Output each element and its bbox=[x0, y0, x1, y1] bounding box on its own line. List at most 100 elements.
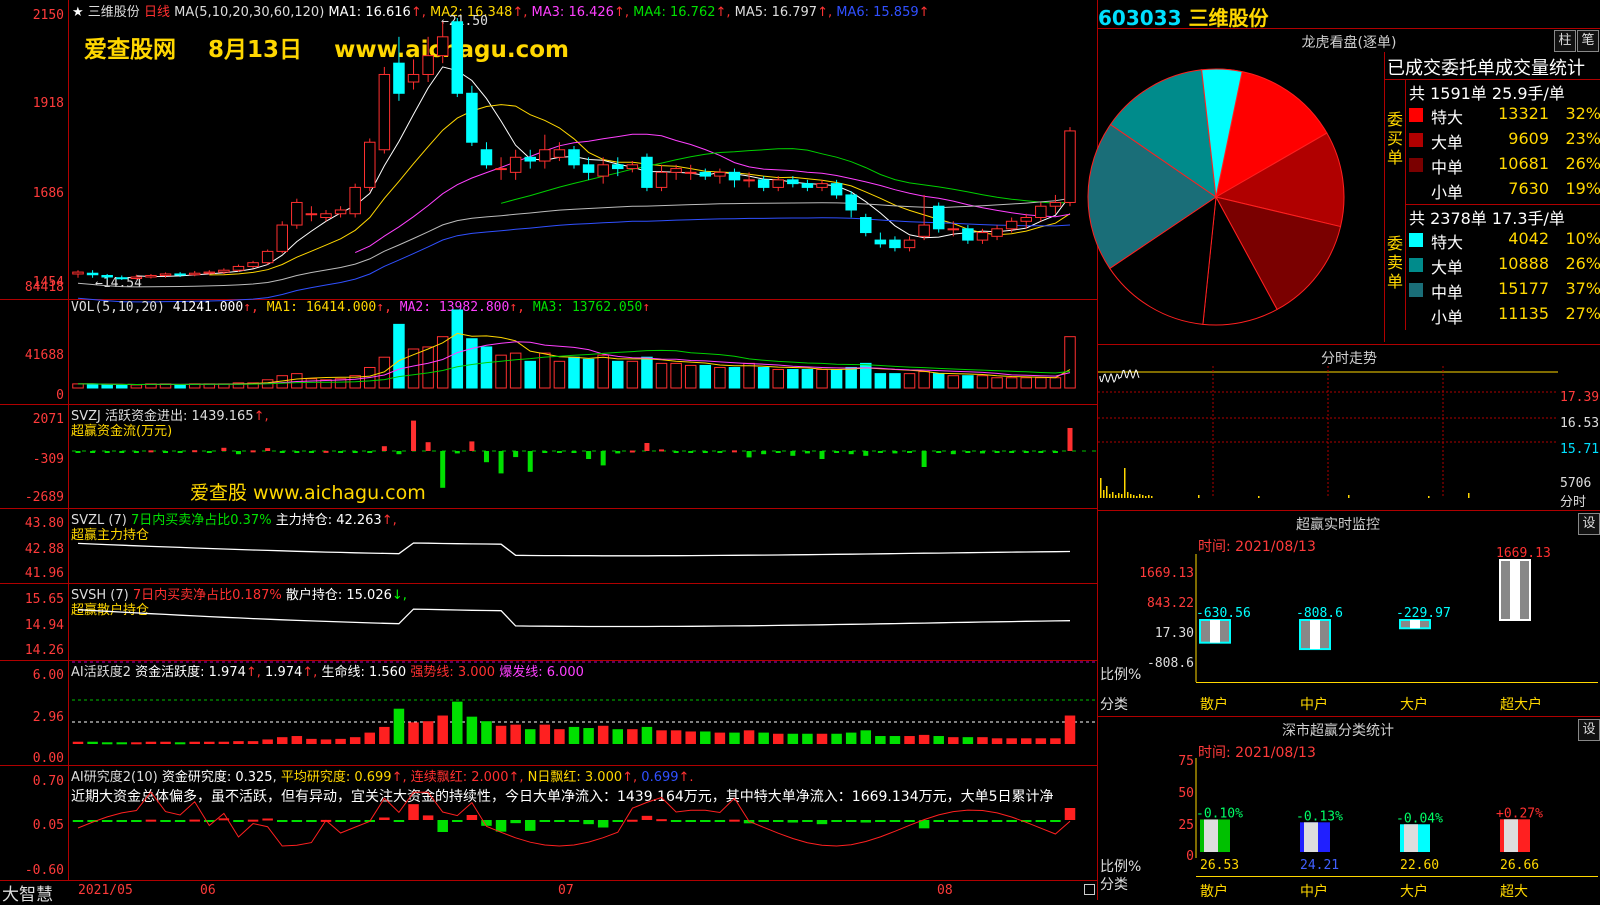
fund-flow-bar bbox=[75, 451, 81, 453]
fund-flow-bar bbox=[892, 451, 898, 454]
fund-flow-bar bbox=[411, 420, 417, 451]
intraday-chart[interactable] bbox=[1098, 366, 1558, 506]
sz-stats-pct: 26.53 bbox=[1200, 858, 1240, 873]
activity-bar bbox=[845, 732, 857, 744]
color-swatch bbox=[1409, 283, 1423, 297]
activity-bar bbox=[466, 716, 478, 744]
candle bbox=[932, 205, 945, 230]
research-bar bbox=[758, 820, 769, 822]
intraday-axis-label: 5706 bbox=[1560, 476, 1592, 491]
fund-flow-chart[interactable] bbox=[0, 404, 1098, 509]
monitor-bar-chart[interactable]: -630.56 -808.6 -229.97 1669.13 bbox=[1195, 546, 1598, 684]
monitor-axis-label: 17.30 bbox=[1154, 626, 1194, 641]
candle bbox=[422, 55, 434, 75]
volume-bar bbox=[845, 366, 857, 389]
buy-order-row: 大单 9609 23% bbox=[1409, 129, 1600, 153]
order-volume: 10681 bbox=[1498, 154, 1549, 173]
sz-stats-pct: 22.60 bbox=[1400, 858, 1440, 873]
volume-bar bbox=[684, 364, 697, 389]
activity-bar bbox=[422, 721, 434, 744]
activity-bar bbox=[641, 726, 653, 744]
fund-flow-bar bbox=[1009, 451, 1015, 453]
sz-stats-bar-chart[interactable]: -0.10% -0.13% -0.04% +0.27% bbox=[1195, 758, 1598, 868]
volume-bar bbox=[991, 377, 1003, 389]
volume-bar bbox=[787, 369, 799, 389]
activity-chart[interactable] bbox=[0, 660, 1098, 765]
activity-bar bbox=[174, 742, 186, 745]
candle bbox=[407, 73, 420, 83]
monitor-category: 超大户 bbox=[1500, 697, 1542, 713]
monitor-category-label: 分类 bbox=[1100, 697, 1128, 713]
order-size-name: 大单 bbox=[1431, 133, 1464, 152]
activity-bar bbox=[729, 732, 740, 744]
fund-flow-bar bbox=[907, 451, 913, 453]
retail-holding-chart[interactable] bbox=[0, 583, 1098, 660]
fund-flow-bar bbox=[994, 451, 1000, 453]
research-bar bbox=[641, 815, 653, 820]
main-chart-area[interactable]: 2150 1918 1686 1454 ★ 三维股份 日线 MA(5,10,20… bbox=[0, 0, 1098, 905]
main-force-holding-chart[interactable] bbox=[0, 508, 1098, 584]
research-bar bbox=[860, 820, 872, 823]
activity-bar bbox=[670, 730, 682, 744]
activity-bar bbox=[918, 734, 930, 744]
fund-flow-bar bbox=[1067, 427, 1073, 451]
volume-bar bbox=[597, 354, 609, 389]
volume-bar bbox=[1020, 377, 1032, 389]
sz-stats-category: 超大 bbox=[1500, 884, 1528, 900]
research-bar bbox=[875, 820, 886, 822]
intraday-volume-bar bbox=[1198, 495, 1200, 498]
sz-stats-category: 大户 bbox=[1400, 884, 1428, 900]
research-bar bbox=[568, 820, 580, 822]
order-pie-chart[interactable] bbox=[1087, 52, 1378, 342]
monitor-settings-button[interactable]: 设 bbox=[1578, 513, 1600, 535]
candle bbox=[261, 250, 274, 264]
activity-bar bbox=[233, 741, 244, 744]
research-bar bbox=[816, 820, 828, 825]
volume-bar bbox=[480, 346, 493, 389]
order-size-name: 特大 bbox=[1431, 108, 1464, 127]
candle bbox=[1049, 201, 1062, 207]
brand-label[interactable]: 大智慧 bbox=[2, 880, 53, 905]
line-mode-button[interactable]: 笔 bbox=[1577, 30, 1599, 52]
monitor-category: 中户 bbox=[1300, 697, 1328, 713]
candle bbox=[684, 171, 697, 174]
volume-bar bbox=[947, 375, 960, 389]
activity-bar bbox=[87, 741, 98, 744]
candle bbox=[174, 273, 186, 276]
lock-icon[interactable] bbox=[1084, 884, 1095, 895]
volume-bar bbox=[874, 373, 887, 389]
bar-mode-button[interactable]: 柱 bbox=[1554, 30, 1576, 52]
candle bbox=[903, 239, 916, 249]
volume-bar bbox=[772, 369, 784, 389]
candle bbox=[218, 269, 230, 273]
research-bar bbox=[72, 820, 84, 822]
candle bbox=[743, 179, 755, 182]
activity-bar bbox=[1035, 738, 1047, 744]
volume-bar bbox=[509, 352, 522, 389]
volume-bar bbox=[743, 362, 755, 389]
sz-stats-pct: 26.66 bbox=[1500, 858, 1540, 873]
monitor-bar-label: 1669.13 bbox=[1496, 546, 1551, 561]
candle bbox=[305, 213, 318, 216]
volume-bar bbox=[626, 360, 639, 389]
fund-flow-bar bbox=[688, 451, 694, 453]
candlestick-chart[interactable] bbox=[0, 0, 1098, 303]
volume-bar bbox=[1005, 377, 1018, 389]
candle bbox=[232, 265, 245, 271]
order-size-name: 小单 bbox=[1431, 183, 1464, 202]
fund-flow-bar bbox=[425, 442, 431, 451]
activity-bar bbox=[524, 729, 536, 744]
sz-stats-settings-button[interactable]: 设 bbox=[1578, 719, 1600, 741]
stock-name: 三维股份 bbox=[1188, 6, 1269, 30]
fund-flow-bar bbox=[819, 451, 825, 459]
research-bar bbox=[700, 820, 711, 822]
volume-chart[interactable] bbox=[0, 299, 1098, 404]
candle bbox=[480, 149, 493, 166]
order-volume: 7630 bbox=[1508, 179, 1549, 198]
intraday-volume-bar bbox=[1145, 496, 1147, 498]
research-chart[interactable] bbox=[0, 765, 1098, 881]
monitor-bar-highlight bbox=[1310, 620, 1320, 650]
activity-bar bbox=[787, 733, 799, 744]
candle bbox=[655, 171, 668, 188]
candle bbox=[393, 62, 405, 94]
